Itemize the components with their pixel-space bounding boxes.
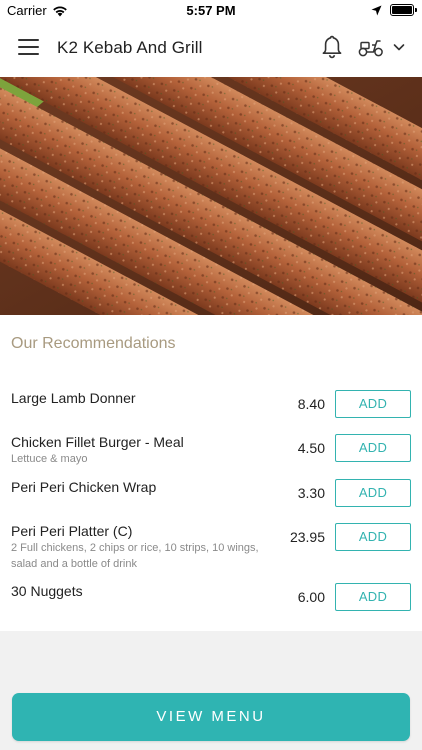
item-description: Lettuce & mayo (11, 453, 88, 465)
location-arrow-icon (371, 5, 382, 15)
section-title: Our Recommendations (11, 335, 176, 352)
item-price: 6.00 (297, 589, 325, 605)
item-price: 23.95 (289, 529, 325, 545)
menu-icon[interactable] (18, 39, 39, 55)
item-name: Chicken Fillet Burger - Meal (11, 434, 184, 450)
scooter-icon[interactable] (358, 36, 384, 58)
item-name: 30 Nuggets (11, 583, 83, 599)
view-menu-button[interactable]: VIEW MENU (12, 693, 410, 741)
add-button[interactable]: ADD (335, 434, 411, 462)
add-button[interactable]: ADD (335, 583, 411, 611)
page-title: K2 Kebab And Grill (57, 38, 203, 57)
kebab-photo (0, 77, 422, 315)
status-bar: Carrier 5:57 PM (0, 0, 422, 22)
add-button[interactable]: ADD (335, 479, 411, 507)
add-button[interactable]: ADD (335, 523, 411, 551)
status-right (371, 4, 417, 16)
item-price: 4.50 (297, 440, 325, 456)
status-time: 5:57 PM (186, 3, 236, 18)
hero-image (0, 77, 422, 315)
app-header: K2 Kebab And Grill (0, 22, 422, 77)
add-button[interactable]: ADD (335, 390, 411, 418)
item-name: Peri Peri Platter (C) (11, 523, 133, 539)
item-name: Peri Peri Chicken Wrap (11, 479, 157, 495)
item-price: 3.30 (297, 485, 325, 501)
recommendations-section: Our Recommendations Large Lamb Donner 8.… (0, 315, 422, 631)
item-description: 2 Full chickens, 2 chips or rice, 10 str… (11, 542, 259, 570)
item-price: 8.40 (297, 396, 325, 412)
battery-icon (390, 4, 417, 16)
item-name: Large Lamb Donner (11, 390, 136, 406)
bell-icon[interactable] (320, 34, 344, 60)
chevron-down-icon[interactable] (393, 42, 405, 52)
